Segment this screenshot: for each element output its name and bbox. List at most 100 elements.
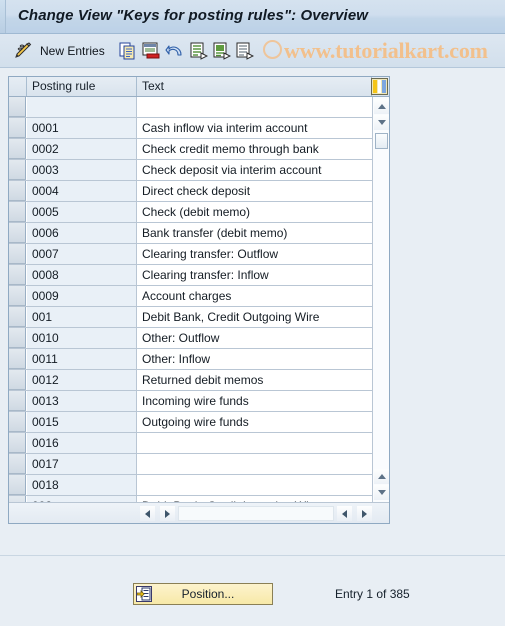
- cell-posting-rule[interactable]: 001: [27, 307, 137, 327]
- cell-text[interactable]: Incoming wire funds: [137, 391, 372, 411]
- cell-text[interactable]: Outgoing wire funds: [137, 412, 372, 432]
- row-select-button[interactable]: [9, 391, 26, 411]
- cell-text[interactable]: Cash inflow via interim account: [137, 118, 372, 138]
- select-all-button[interactable]: [190, 38, 210, 63]
- cell-text[interactable]: Check deposit via interim account: [137, 160, 372, 180]
- row-select-button[interactable]: [9, 349, 26, 369]
- cell-posting-rule[interactable]: 0003: [27, 160, 137, 180]
- row-select-button[interactable]: [9, 97, 26, 117]
- cell-posting-rule[interactable]: 0010: [27, 328, 137, 348]
- row-select-button[interactable]: [9, 139, 26, 159]
- cell-text[interactable]: [137, 97, 372, 117]
- table-row[interactable]: 0007 Clearing transfer: Outflow: [9, 244, 372, 265]
- row-select-button[interactable]: [9, 265, 26, 285]
- cell-text[interactable]: Check (debit memo): [137, 202, 372, 222]
- new-entries-button[interactable]: New Entries: [40, 38, 105, 63]
- table-row[interactable]: 0010 Other: Outflow: [9, 328, 372, 349]
- cell-posting-rule[interactable]: 0017: [27, 454, 137, 474]
- cell-posting-rule[interactable]: [27, 97, 137, 117]
- table-row[interactable]: 0001 Cash inflow via interim account: [9, 118, 372, 139]
- row-select-button[interactable]: [9, 286, 26, 306]
- select-block-button[interactable]: [213, 38, 233, 63]
- scroll-page-down-icon[interactable]: [374, 485, 389, 500]
- table-row[interactable]: 0002 Check credit memo through bank: [9, 139, 372, 160]
- deselect-all-button[interactable]: [236, 38, 256, 63]
- scroll-page-up-icon[interactable]: [374, 469, 389, 484]
- table-row[interactable]: 0008 Clearing transfer: Inflow: [9, 265, 372, 286]
- column-header-text[interactable]: Text: [137, 77, 372, 96]
- table-row[interactable]: 0012 Returned debit memos: [9, 370, 372, 391]
- horizontal-scroll-track[interactable]: [178, 506, 334, 521]
- cell-text[interactable]: Bank transfer (debit memo): [137, 223, 372, 243]
- cell-text[interactable]: Clearing transfer: Outflow: [137, 244, 372, 264]
- table-row[interactable]: 0005 Check (debit memo): [9, 202, 372, 223]
- table-row[interactable]: 0018: [9, 475, 372, 496]
- table-row[interactable]: 0011 Other: Inflow: [9, 349, 372, 370]
- cell-posting-rule[interactable]: 0008: [27, 265, 137, 285]
- cell-posting-rule[interactable]: 0012: [27, 370, 137, 390]
- delete-button[interactable]: [142, 38, 162, 63]
- table-row[interactable]: 0003 Check deposit via interim account: [9, 160, 372, 181]
- table-row[interactable]: 0017: [9, 454, 372, 475]
- column-header-select-all[interactable]: [9, 77, 27, 96]
- cell-posting-rule[interactable]: 0007: [27, 244, 137, 264]
- cell-text[interactable]: Clearing transfer: Inflow: [137, 265, 372, 285]
- cell-text[interactable]: Debit Bank, Credit Outgoing Wire: [137, 307, 372, 327]
- scroll-page-right-icon[interactable]: [357, 506, 372, 521]
- cell-posting-rule[interactable]: 0006: [27, 223, 137, 243]
- row-select-button[interactable]: [9, 181, 26, 201]
- cell-posting-rule[interactable]: 0009: [27, 286, 137, 306]
- copy-as-button[interactable]: [119, 38, 139, 63]
- cell-text[interactable]: Other: Inflow: [137, 349, 372, 369]
- table-row[interactable]: 0013 Incoming wire funds: [9, 391, 372, 412]
- cell-posting-rule[interactable]: 0002: [27, 139, 137, 159]
- table-settings-icon[interactable]: [371, 78, 388, 95]
- scroll-down-icon[interactable]: [374, 115, 389, 130]
- table-row[interactable]: 0016: [9, 433, 372, 454]
- row-select-button[interactable]: [9, 433, 26, 453]
- table-row[interactable]: 0009 Account charges: [9, 286, 372, 307]
- table-row[interactable]: 0006 Bank transfer (debit memo): [9, 223, 372, 244]
- cell-posting-rule[interactable]: 0015: [27, 412, 137, 432]
- cell-text[interactable]: Check credit memo through bank: [137, 139, 372, 159]
- cell-posting-rule[interactable]: 0004: [27, 181, 137, 201]
- cell-text[interactable]: Account charges: [137, 286, 372, 306]
- column-header-posting-rule[interactable]: Posting rule: [27, 77, 137, 96]
- cell-posting-rule[interactable]: 0005: [27, 202, 137, 222]
- row-select-button[interactable]: [9, 454, 26, 474]
- table-vertical-scrollbar[interactable]: [372, 97, 389, 502]
- scroll-left-icon[interactable]: [140, 506, 155, 521]
- row-select-button[interactable]: [9, 244, 26, 264]
- row-select-button[interactable]: [9, 202, 26, 222]
- cell-text[interactable]: Returned debit memos: [137, 370, 372, 390]
- cell-posting-rule[interactable]: 0011: [27, 349, 137, 369]
- cell-posting-rule[interactable]: 0016: [27, 433, 137, 453]
- row-select-button[interactable]: [9, 475, 26, 495]
- table-row[interactable]: 001 Debit Bank, Credit Outgoing Wire: [9, 307, 372, 328]
- row-select-button[interactable]: [9, 160, 26, 180]
- cell-posting-rule[interactable]: 0001: [27, 118, 137, 138]
- table-row[interactable]: 0015 Outgoing wire funds: [9, 412, 372, 433]
- row-select-button[interactable]: [9, 412, 26, 432]
- row-select-button[interactable]: [9, 223, 26, 243]
- cell-text[interactable]: [137, 433, 372, 453]
- cell-text[interactable]: [137, 475, 372, 495]
- scroll-right-icon[interactable]: [160, 506, 175, 521]
- table-row[interactable]: [9, 97, 372, 118]
- position-button[interactable]: Position...: [133, 583, 273, 605]
- table-row[interactable]: 0004 Direct check deposit: [9, 181, 372, 202]
- scroll-up-icon[interactable]: [374, 99, 389, 114]
- table-horizontal-scrollbar[interactable]: [9, 502, 389, 523]
- row-select-button[interactable]: [9, 118, 26, 138]
- cell-posting-rule[interactable]: 0013: [27, 391, 137, 411]
- row-select-button[interactable]: [9, 328, 26, 348]
- scrollbar-thumb[interactable]: [375, 133, 388, 149]
- edit-pencil-button[interactable]: [12, 38, 36, 63]
- cell-text[interactable]: [137, 454, 372, 474]
- cell-text[interactable]: Direct check deposit: [137, 181, 372, 201]
- row-select-button[interactable]: [9, 307, 26, 327]
- undo-button[interactable]: [165, 38, 187, 63]
- cell-text[interactable]: Other: Outflow: [137, 328, 372, 348]
- cell-posting-rule[interactable]: 0018: [27, 475, 137, 495]
- row-select-button[interactable]: [9, 370, 26, 390]
